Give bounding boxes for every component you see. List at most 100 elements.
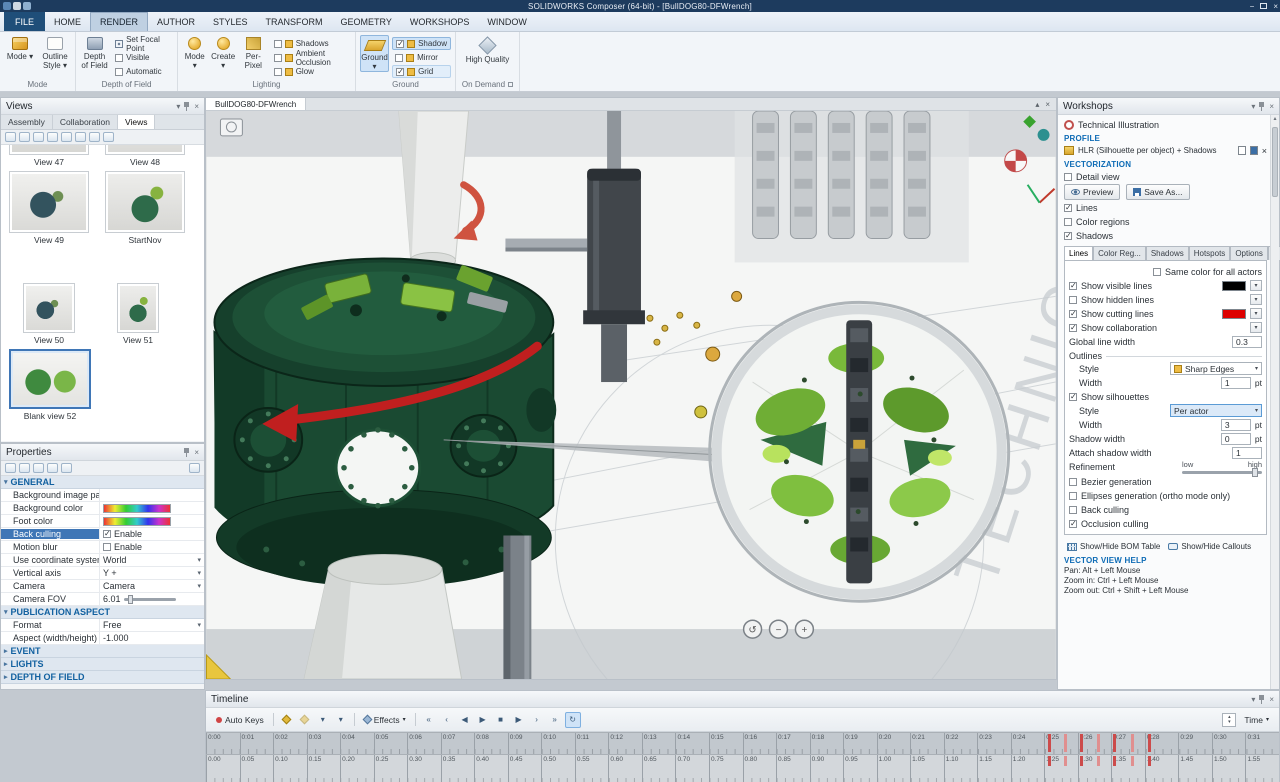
pin-icon[interactable] [1259,102,1265,111]
tab-hotspots[interactable]: Hotspots [1189,246,1231,260]
workshops-scrollbar[interactable]: ▴ [1270,115,1279,689]
view-thumbnail[interactable]: View 49 [9,171,89,245]
scrollbar-thumb[interactable] [1272,127,1278,197]
close-panel-icon[interactable]: × [1269,102,1274,111]
stop-button[interactable]: ■ [493,712,509,728]
show-silhouettes-checkbox[interactable]: Show silhouettes [1069,390,1262,403]
ground-button[interactable]: Ground ▾ [360,35,389,72]
render-mode-button[interactable]: Mode ▾ [4,35,36,61]
viewport-camera-icon[interactable] [220,119,242,136]
same-color-checkbox[interactable]: Same color for all actors [1069,265,1262,278]
section-general[interactable]: ▾GENERAL [1,476,204,489]
categorized-view-icon[interactable] [5,463,16,473]
dialog-launcher-icon[interactable] [508,82,513,87]
line-style-dropdown[interactable]: ▾ [1250,322,1262,333]
section-event[interactable]: ▸EVENT [1,645,204,658]
tab-transform[interactable]: TRANSFORM [257,12,332,31]
delete-view-icon[interactable] [47,132,58,142]
view-options-icon[interactable] [103,132,114,142]
attach-shadow-width-input[interactable]: 1 [1232,447,1262,459]
view-thumbnail[interactable]: View 50 [23,283,75,345]
lines-checkbox[interactable]: Lines [1064,201,1267,214]
save-profile-icon[interactable] [1250,146,1258,155]
shadow-width-input[interactable]: 0 [1221,433,1251,445]
view-thumbnail[interactable]: View 47 [9,145,89,167]
property-row[interactable]: Foot color [1,515,204,528]
play-button[interactable]: ▶ [475,712,491,728]
tab-home[interactable]: HOME [45,12,90,31]
view-thumbnail[interactable]: View 48 [105,145,185,167]
checkbox-icon[interactable] [103,530,111,538]
property-row[interactable]: Camera FOV6.01 [1,593,204,606]
show-hidden-lines-row[interactable]: Show hidden lines ▾ [1069,293,1262,306]
set-key-icon[interactable] [279,712,295,728]
refinement-slider[interactable] [1182,471,1262,474]
show-hide-callouts-button[interactable]: Show/Hide Callouts [1165,540,1254,553]
section-lights[interactable]: ▸LIGHTS [1,658,204,671]
section-publication-aspect[interactable]: ▾PUBLICATION ASPECT [1,606,204,619]
line-color-swatch[interactable] [1222,281,1246,291]
bezier-generation-checkbox[interactable]: Bezier generation [1069,475,1262,488]
previous-key-icon[interactable]: ‹ [439,712,455,728]
timeline-ruler[interactable]: 0:000:010:020:030:040:050:060:070:080:09… [206,732,1279,754]
panel-menu-icon[interactable]: ▾ [176,102,180,111]
section-depth-of-field[interactable]: ▸DEPTH OF FIELD [1,671,204,684]
property-row[interactable]: Background color [1,502,204,515]
occlusion-culling-checkbox[interactable]: Occlusion culling [1069,517,1262,530]
delete-profile-icon[interactable]: × [1262,146,1267,156]
view-thumbnail[interactable]: View 51 [117,283,159,345]
apply-to-all-icon[interactable] [189,463,200,473]
show-cutting-lines-row[interactable]: Show cutting lines ▾ [1069,307,1262,320]
viewport-zoom-controls[interactable]: ↺ − + [744,620,814,638]
back-culling-checkbox[interactable]: Back culling [1069,503,1262,516]
outline-width-input[interactable]: 1 [1221,377,1251,389]
outline-style-dropdown[interactable]: Sharp Edges ▾ [1170,362,1262,375]
tab-file[interactable]: FILE [4,12,45,31]
high-quality-button[interactable]: High Quality [466,35,510,64]
property-row[interactable]: CameraCamera▾ [1,580,204,593]
play-views-icon[interactable] [61,132,72,142]
color-spectrum-swatch[interactable] [103,504,171,513]
view-mode-icon[interactable] [75,132,86,142]
delete-key-icon[interactable] [297,712,313,728]
line-style-dropdown[interactable]: ▾ [1250,294,1262,305]
color-spectrum-swatch[interactable] [103,517,171,526]
property-row[interactable]: Background image path [1,489,204,502]
close-panel-icon[interactable]: × [194,448,199,457]
show-collaboration-row[interactable]: Show collaboration ▾ [1069,321,1262,334]
timeline-track[interactable]: 0.000.050.100.150.200.250.300.350.400.45… [206,754,1279,782]
pin-icon[interactable] [184,102,190,111]
lighting-create-button[interactable]: Create ▾ [210,35,235,70]
new-profile-icon[interactable] [1238,146,1246,155]
tab-color-regions[interactable]: Color Reg... [1093,246,1146,260]
tab-collaboration[interactable]: Collaboration [53,115,118,129]
tab-workshops[interactable]: WORKSHOPS [401,12,479,31]
ground-mirror-checkbox[interactable]: Mirror [392,51,451,64]
expand-all-icon[interactable] [33,463,44,473]
tab-lines[interactable]: Lines [1064,246,1093,260]
ambient-occlusion-checkbox[interactable]: Ambient Occlusion [271,51,351,64]
close-button[interactable]: × [1273,2,1278,11]
panel-menu-icon[interactable]: ▾ [1251,695,1255,704]
time-mode-dropdown[interactable]: Time ▾ [1240,712,1273,728]
checkbox-icon[interactable] [103,543,111,551]
line-color-swatch[interactable] [1222,309,1246,319]
property-row[interactable]: Use coordinate systemWorld▾ [1,554,204,567]
collapse-all-icon[interactable] [47,463,58,473]
views-list[interactable]: View 47 View 48 View 49 StartNov View 50… [1,145,204,441]
time-spinner[interactable]: ▴▾ [1222,713,1236,727]
ground-shadow-checkbox[interactable]: Shadow [392,37,451,50]
pin-icon[interactable] [1259,695,1265,704]
tab-scroll-up-icon[interactable]: ▴ [1035,100,1039,109]
close-panel-icon[interactable]: × [194,102,199,111]
update-view-icon[interactable] [19,132,30,142]
tab-author[interactable]: AUTHOR [148,12,204,31]
tab-assembly[interactable]: Assembly [1,115,53,129]
tab-shadows[interactable]: Shadows [1146,246,1189,260]
view-thumbnail[interactable]: StartNov [105,171,185,245]
document-tab[interactable]: BullDOG80-DFWrench [206,98,306,110]
go-to-end-icon[interactable]: » [547,712,563,728]
depth-of-field-button[interactable]: Depth of Field [80,35,109,70]
save-as-button[interactable]: Save As... [1126,184,1189,200]
tab-geometry[interactable]: GEOMETRY [332,12,401,31]
